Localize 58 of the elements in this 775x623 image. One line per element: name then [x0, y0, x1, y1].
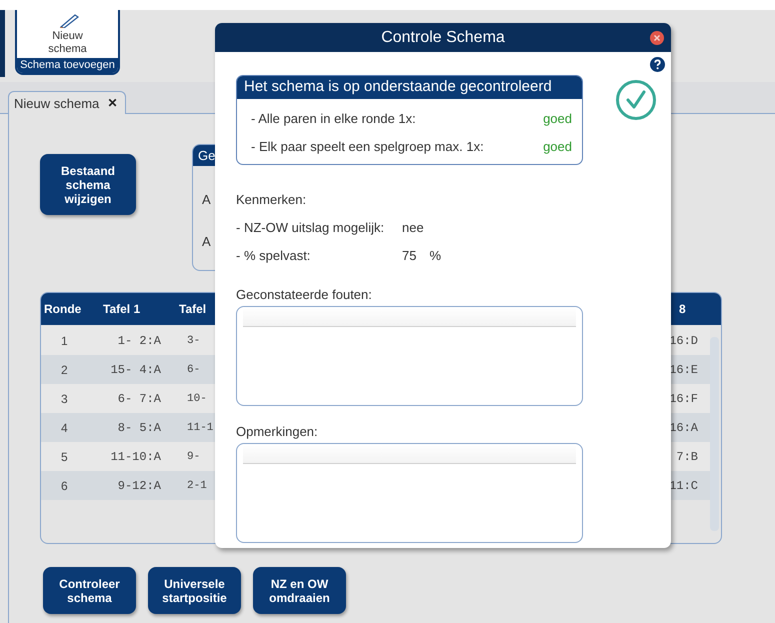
remarks-field[interactable] — [236, 443, 583, 543]
table-cell-text: 16:F — [668, 392, 699, 406]
table-cell-text: 3 — [60, 392, 69, 406]
errors-list[interactable] — [236, 306, 583, 406]
table-cell-text: 2 — [60, 362, 69, 376]
table-cell-text: 4 — [60, 420, 69, 434]
table-cell-text: 11-1 — [186, 422, 214, 434]
remarks-label: Opmerkingen: — [236, 424, 319, 439]
table-cell-text: 9- — [186, 450, 202, 462]
group-box-title: Ge — [198, 148, 216, 163]
close-icon[interactable]: ✕ — [107, 96, 118, 110]
dialog-title: Controle Schema — [381, 28, 505, 46]
check-result: goed — [543, 110, 572, 126]
close-icon[interactable] — [650, 31, 664, 45]
table-cell-text: 7:B — [675, 450, 699, 464]
table-cell-text: 10- — [186, 392, 208, 404]
table-cell-text: 8- 5:A — [116, 420, 162, 434]
check-panel-title: Het schema is op onderstaande gecontroleerd — [244, 78, 552, 95]
feature-label: - NZ-OW uitslag mogelijk: — [236, 220, 386, 235]
column-header: 8 — [678, 302, 687, 316]
tab-label: Nieuw schema — [14, 96, 100, 110]
table-cell-text: 15- 4:A — [110, 362, 162, 376]
table-cell-text: 11-10:A — [110, 450, 162, 464]
table-cell-text: 5 — [60, 450, 69, 464]
table-cell-text: 6- — [186, 364, 202, 376]
help-icon[interactable] — [650, 57, 665, 72]
column-header: Ronde — [43, 302, 82, 316]
check-label: - Elk paar speelt een spelgroep max. 1x: — [251, 138, 484, 154]
table-cell-text: 16:A — [668, 420, 699, 434]
table-cell-text: 16:D — [668, 334, 699, 348]
check-label: - Alle paren in elke ronde 1x: — [251, 110, 416, 126]
column-header: Tafel — [178, 302, 208, 316]
features-title: Kenmerken: — [236, 192, 308, 207]
group-box-text: A — [202, 234, 211, 249]
group-box-text: A — [202, 192, 211, 207]
table-cell-text: 1 — [60, 334, 69, 348]
check-result: goed — [543, 138, 572, 154]
tab[interactable]: Nieuw schema ✕ — [8, 91, 126, 114]
table-cell-text: 9-12:A — [116, 478, 162, 492]
feature-value: 75 — [402, 248, 416, 263]
column-header: Tafel 1 — [102, 302, 142, 316]
feature-label: - % spelvast: — [236, 248, 312, 263]
table-cell-text: 11:C — [668, 478, 699, 492]
table-cell-text: 6- 7:A — [116, 392, 162, 406]
action-button[interactable]: Universele startpositie — [148, 567, 241, 614]
ribbon-group-label: Schema toevoegen — [17, 58, 118, 73]
table-cell-text: 6 — [60, 478, 69, 492]
action-button[interactable]: Controleer schema — [43, 567, 136, 614]
check-circle-icon — [615, 79, 657, 121]
feature-unit: % — [429, 248, 442, 263]
table-cell-text: 2-1 — [186, 480, 208, 492]
errors-label: Geconstateerde fouten: — [236, 287, 373, 302]
table-cell-text: 3- — [186, 334, 202, 346]
action-button[interactable]: NZ en OW omdraaien — [253, 567, 346, 614]
table-cell-text: 1- 2:A — [116, 334, 162, 348]
edit-schema-button[interactable]: Bestaand schema wijzigen — [40, 154, 136, 215]
table-cell-text: 16:E — [668, 362, 699, 376]
feature-value: nee — [402, 220, 424, 235]
